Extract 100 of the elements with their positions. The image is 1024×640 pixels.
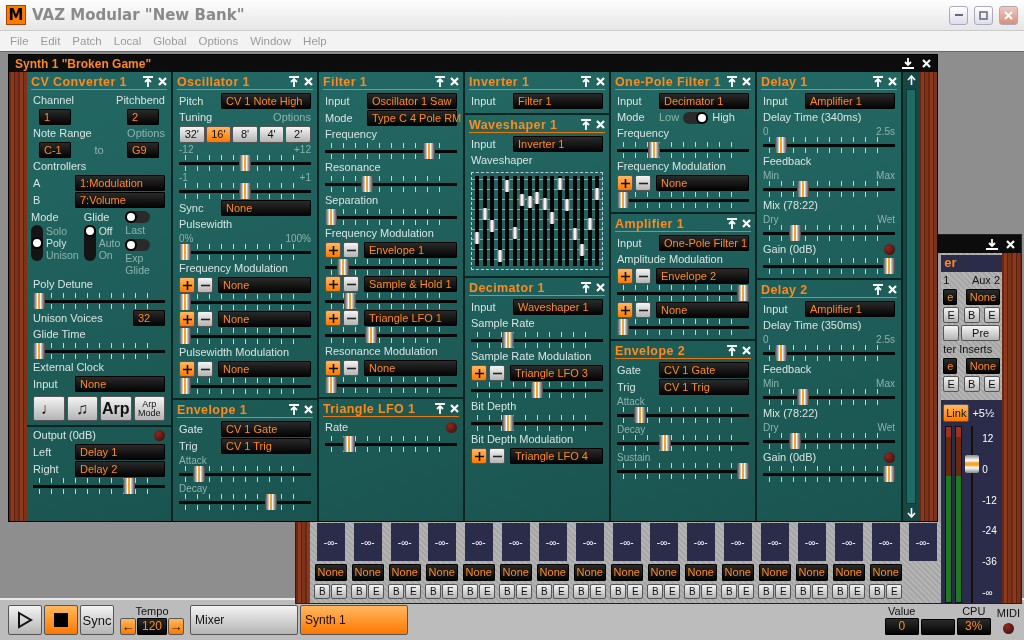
band-handle[interactable] xyxy=(579,243,585,256)
close-icon[interactable] xyxy=(158,77,167,86)
insert-button[interactable]: B xyxy=(499,584,516,599)
slider-thumb[interactable] xyxy=(343,436,355,452)
value-field[interactable]: One-Pole Filter 1 xyxy=(659,235,749,251)
insert-button[interactable]: E xyxy=(664,584,681,599)
channel-fader[interactable]: -∞- xyxy=(834,523,863,561)
slider-thumb[interactable] xyxy=(502,332,515,348)
channel-fader[interactable]: -∞- xyxy=(871,523,900,561)
insert-field[interactable]: None xyxy=(425,564,458,581)
minus-button[interactable] xyxy=(343,310,359,326)
value-field[interactable]: Triangle LFO 4 xyxy=(510,448,603,464)
pin-icon[interactable] xyxy=(435,76,445,87)
pin-icon[interactable] xyxy=(143,76,153,87)
close-icon[interactable] xyxy=(450,404,459,413)
slider-thumb[interactable] xyxy=(531,382,543,398)
plus-button[interactable] xyxy=(617,175,633,191)
minus-button[interactable] xyxy=(197,361,213,377)
channel-fader[interactable]: -∞- xyxy=(538,523,567,561)
arp-button[interactable]: ♩ xyxy=(33,396,65,421)
slider-thumb[interactable] xyxy=(193,466,206,482)
tuning-button[interactable]: 32' xyxy=(179,126,205,143)
insert-button[interactable]: B xyxy=(388,584,405,599)
value-field[interactable]: CV 1 Gate xyxy=(221,421,311,437)
band-handle[interactable] xyxy=(534,191,540,204)
insert-field[interactable]: None xyxy=(388,564,421,581)
slider-thumb[interactable] xyxy=(361,176,373,192)
slider[interactable] xyxy=(179,294,311,310)
insert-button[interactable]: E xyxy=(849,584,866,599)
insert-button[interactable]: B xyxy=(573,584,590,599)
tuning-button[interactable]: 8' xyxy=(232,126,258,143)
plus-button[interactable] xyxy=(179,311,195,327)
insert-field[interactable]: None xyxy=(536,564,569,581)
value-field[interactable]: C-1 xyxy=(39,142,71,158)
insert-field[interactable]: None xyxy=(462,564,495,581)
insert-field[interactable]: None xyxy=(758,564,791,581)
band-slider[interactable] xyxy=(587,176,592,266)
plus-button[interactable] xyxy=(617,302,633,318)
band-slider[interactable] xyxy=(550,176,554,266)
value-field[interactable]: 32 xyxy=(133,310,165,326)
slider-thumb[interactable] xyxy=(265,494,278,510)
slider-thumb[interactable] xyxy=(617,192,629,208)
close-icon[interactable] xyxy=(922,59,931,68)
band-handle[interactable] xyxy=(564,199,570,212)
value-field[interactable]: None xyxy=(656,175,749,191)
plus-button[interactable] xyxy=(325,242,341,258)
value-field[interactable]: 1 xyxy=(39,109,71,125)
insert-button[interactable]: E xyxy=(738,584,755,599)
slider-thumb[interactable] xyxy=(633,407,646,423)
pin-icon[interactable] xyxy=(289,76,299,87)
slider-thumb[interactable] xyxy=(344,293,357,309)
insert-field[interactable]: None xyxy=(832,564,865,581)
close-icon[interactable] xyxy=(304,77,313,86)
channel-fader[interactable]: -∞- xyxy=(686,523,715,561)
channel-fader[interactable]: -∞- xyxy=(760,523,789,561)
band-handle[interactable] xyxy=(549,211,555,224)
band-handle[interactable] xyxy=(481,208,488,220)
pin-icon[interactable] xyxy=(873,284,883,295)
minus-button[interactable] xyxy=(635,175,651,191)
band-handle[interactable] xyxy=(594,188,600,201)
band-handle[interactable] xyxy=(489,220,495,233)
plus-button[interactable] xyxy=(179,277,195,293)
channel-fader[interactable]: -∞- xyxy=(649,523,678,561)
insert-button[interactable]: E xyxy=(368,584,385,599)
band-slider[interactable] xyxy=(572,176,577,266)
slider-thumb[interactable] xyxy=(33,293,45,309)
slider-thumb[interactable] xyxy=(364,327,377,343)
tempo-up-button[interactable]: → xyxy=(168,618,185,635)
channel-fader[interactable]: -∞- xyxy=(575,523,604,561)
slider-thumb[interactable] xyxy=(325,209,337,225)
toggle-switch[interactable] xyxy=(125,239,151,251)
insert-button[interactable]: B xyxy=(351,584,368,599)
minus-button[interactable] xyxy=(343,276,359,292)
band-handle[interactable] xyxy=(519,193,525,206)
value-field[interactable]: None xyxy=(218,361,311,377)
band-slider[interactable] xyxy=(542,176,547,266)
value-field[interactable]: None xyxy=(221,200,311,216)
channel-fader[interactable]: -∞- xyxy=(908,523,937,561)
send-button[interactable]: B xyxy=(963,307,980,323)
scrollbar-thumb[interactable] xyxy=(906,89,916,504)
slider-thumb[interactable] xyxy=(659,435,671,451)
value-field[interactable]: Envelope 1 xyxy=(364,242,457,258)
arp-button[interactable]: Arp Mode xyxy=(133,396,165,421)
slider-thumb[interactable] xyxy=(789,433,802,449)
insert-field[interactable]: None xyxy=(684,564,717,581)
pin-icon[interactable] xyxy=(435,403,445,414)
insert-button[interactable]: B xyxy=(536,584,553,599)
band-handle[interactable] xyxy=(586,218,593,231)
value-field[interactable]: Amplifier 1 xyxy=(805,301,895,317)
tuning-button[interactable]: 4' xyxy=(258,126,285,143)
channel-fader[interactable]: -∞- xyxy=(353,523,382,561)
toggle-switch[interactable] xyxy=(125,211,151,223)
band-slider[interactable] xyxy=(520,176,524,266)
close-icon[interactable] xyxy=(596,77,605,86)
minus-button[interactable] xyxy=(343,360,359,376)
insert-button[interactable]: E xyxy=(812,584,829,599)
insert-field[interactable]: None xyxy=(965,358,1000,374)
band-slider[interactable] xyxy=(497,176,502,266)
value-field[interactable]: CV 1 Trig xyxy=(221,438,311,454)
insert-field[interactable]: None xyxy=(351,564,384,581)
